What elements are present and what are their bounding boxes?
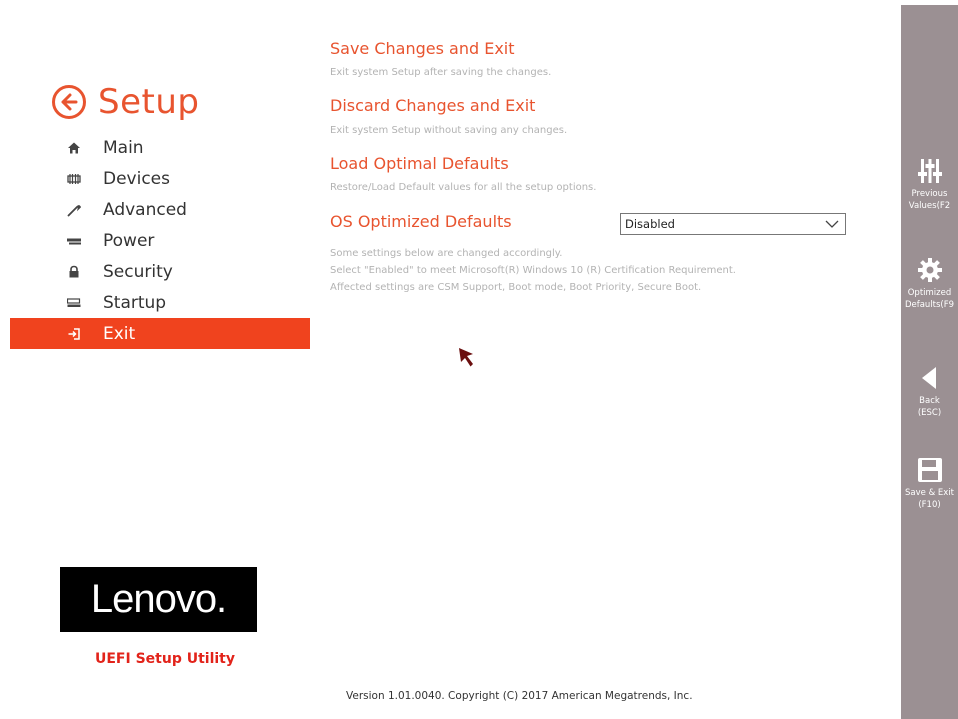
nav-item-security[interactable]: Security: [10, 256, 310, 287]
discard-changes-exit-option[interactable]: Discard Changes and Exit: [330, 96, 535, 115]
nav-item-label: Power: [103, 230, 155, 251]
nav-item-startup[interactable]: Startup: [10, 287, 310, 318]
nav-item-label: Main: [103, 137, 144, 158]
sidebar-label: Values(F2: [908, 201, 951, 211]
sidebar-label: Defaults(F9: [904, 300, 955, 310]
optimized-defaults-button[interactable]: Optimized Defaults(F9: [901, 257, 958, 311]
sidebar-label: Optimized: [907, 288, 952, 298]
nav-item-advanced[interactable]: Advanced: [10, 194, 310, 225]
exit-icon: [67, 327, 81, 341]
load-optimal-defaults-desc: Restore/Load Default values for all the …: [330, 182, 597, 193]
utility-subtitle: UEFI Setup Utility: [95, 651, 235, 667]
sliders-icon: [917, 159, 942, 183]
devices-icon: [67, 172, 81, 186]
setup-brand: Setup: [52, 82, 199, 122]
back-button[interactable]: Back (ESC): [901, 365, 958, 419]
mouse-cursor-icon: [459, 348, 473, 367]
startup-icon: [67, 296, 81, 310]
sidebar-label: Save & Exit: [905, 488, 954, 498]
save-exit-button[interactable]: Save & Exit (F10): [901, 457, 958, 511]
nav-item-label: Devices: [103, 168, 170, 189]
sidebar-label: (ESC): [917, 408, 942, 418]
lenovo-logo: Lenovo.: [60, 567, 257, 632]
os-optimized-defaults-select[interactable]: Disabled: [620, 213, 846, 235]
lock-icon: [67, 265, 81, 279]
sidebar-label: Previous: [911, 189, 948, 199]
nav-item-devices[interactable]: Devices: [10, 163, 310, 194]
nav-item-label: Advanced: [103, 199, 187, 220]
page-title: Setup: [98, 82, 200, 122]
sidebar-nav: Main Devices Advanced Power Security Sta…: [10, 132, 310, 349]
sidebar-label: Back: [919, 396, 940, 406]
select-value: Disabled: [625, 217, 675, 231]
nav-item-label: Security: [103, 261, 173, 282]
nav-item-label: Exit: [103, 323, 136, 344]
load-optimal-defaults-option[interactable]: Load Optimal Defaults: [330, 154, 509, 173]
power-icon: [67, 234, 81, 248]
discard-changes-exit-desc: Exit system Setup without saving any cha…: [330, 125, 568, 136]
wrench-icon: [67, 203, 81, 217]
os-optimized-defaults-label: OS Optimized Defaults: [330, 212, 512, 231]
note-line: Select "Enabled" to meet Microsoft(R) Wi…: [330, 265, 736, 276]
chevron-down-icon: [825, 220, 839, 228]
save-changes-exit-desc: Exit system Setup after saving the chang…: [330, 67, 552, 78]
back-arrow-icon: [921, 367, 936, 389]
gear-icon: [917, 258, 942, 282]
logo-text: Lenovo.: [90, 577, 227, 621]
sidebar-label: (F10): [918, 500, 941, 510]
nav-item-main[interactable]: Main: [10, 132, 310, 163]
version-text: Version 1.01.0040. Copyright (C) 2017 Am…: [346, 690, 693, 702]
note-line: Some settings below are changed accordin…: [330, 248, 563, 259]
function-key-sidebar: Previous Values(F2 Optimized Defaults(F9…: [901, 5, 958, 719]
save-changes-exit-option[interactable]: Save Changes and Exit: [330, 39, 515, 58]
back-circle-icon[interactable]: [52, 85, 86, 119]
nav-item-exit[interactable]: Exit: [10, 318, 310, 349]
nav-item-power[interactable]: Power: [10, 225, 310, 256]
home-icon: [67, 141, 81, 155]
previous-values-button[interactable]: Previous Values(F2: [901, 158, 958, 212]
save-icon: [917, 458, 942, 482]
note-line: Affected settings are CSM Support, Boot …: [330, 282, 702, 293]
nav-item-label: Startup: [103, 292, 167, 313]
